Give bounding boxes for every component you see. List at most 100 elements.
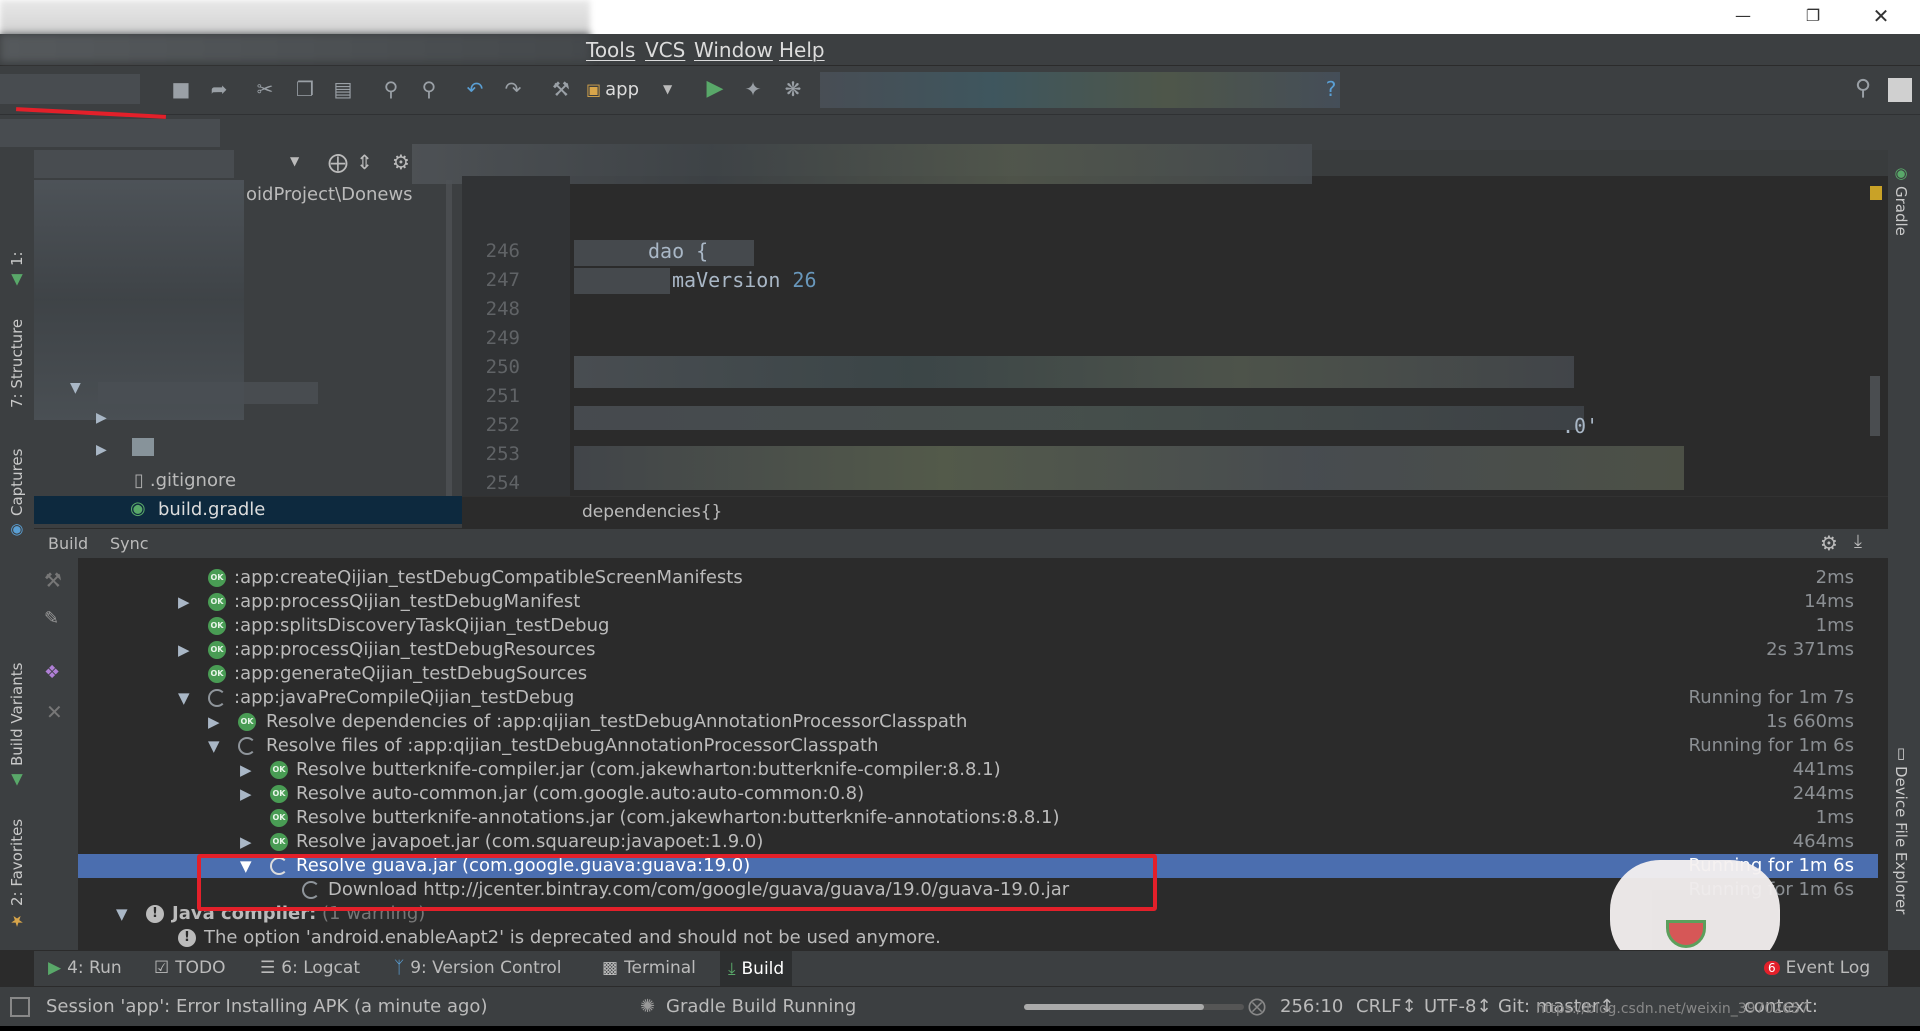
build-tab[interactable]: ⤓ Build [720,951,793,987]
event-log-label: Event Log [1785,958,1871,978]
file-gitignore[interactable]: ▯ .gitignore [134,470,236,491]
collapse-icon[interactable]: ⇕ [356,150,373,174]
collapse-arrow[interactable]: ▼ [208,734,224,758]
line-separator[interactable]: CRLF↕ [1356,996,1417,1017]
row-time: 464ms [1792,831,1854,852]
folder-icon[interactable]: ■ [168,76,194,102]
gear-icon[interactable]: ⚙ [1820,531,1838,555]
vcs-tab[interactable]: ᛉ 9: Version Control [394,958,562,978]
minimize-icon[interactable]: — [1720,4,1766,28]
run-tab[interactable]: ▶ 4: Run [48,958,122,978]
favorites-tool-tab[interactable]: ★ 2: Favorites [2,810,32,930]
structure-tool-tab[interactable]: 7: Structure [2,298,32,408]
collapse-arrow[interactable]: ▼ [116,902,132,926]
status-message[interactable]: Session 'app': Error Installing APK (a m… [46,996,487,1017]
build-row[interactable]: ▼ Resolve files of :app:qijian_testDebugA… [78,734,1878,758]
build-row[interactable]: ! The option 'android.enableAapt2' is dep… [78,926,1878,950]
apply-changes-icon[interactable]: ✦ [740,76,766,102]
build-row[interactable]: ▼:app:javaPreCompileQijian_testDebug Runn… [78,686,1878,710]
event-log-tab[interactable]: 6 Event Log [1764,958,1870,978]
copy-icon[interactable]: ❐ [292,76,318,102]
breadcrumb-text[interactable]: dependencies{} [582,502,722,522]
cancel-icon[interactable]: ⨂ [1248,996,1266,1017]
hide-panel-icon[interactable]: ⤓ [1854,531,1862,552]
avatar[interactable] [1888,78,1912,102]
build-row[interactable]: ▶ OK Resolve butterknife-compiler.jar (com… [78,758,1878,782]
device-explorer-tool-tab[interactable]: ▯ Device File Explorer [1892,744,1910,914]
caret-position[interactable]: 256:10 [1280,996,1343,1017]
ok-icon: OK [208,617,226,635]
debug-icon[interactable]: ❋ [780,76,806,102]
close-icon[interactable]: ✕ [46,700,63,724]
expand-arrow[interactable]: ▶ [178,590,194,614]
build-row[interactable]: OK:app:createQijian_testDebugCompatibleS… [78,566,1878,590]
editor-scrollbar[interactable] [1870,376,1880,436]
back-icon[interactable]: ↶ [462,76,488,102]
gradle-tool-tab[interactable]: ◉ Gradle [1892,164,1910,236]
annotation-red-box [197,854,1157,911]
build-variants-tool-tab[interactable]: ▲ Build Variants [2,650,32,790]
run-icon[interactable]: ▶ [702,76,728,102]
project-scrollbar[interactable] [446,180,452,500]
build-row[interactable]: ▶ OK Resolve javapoet.jar (com.squareup:ja… [78,830,1878,854]
expand-arrow[interactable]: ▶ [240,782,256,806]
expand-arrow[interactable]: ▶ [178,638,194,662]
run-tab-label: 4: Run [67,958,122,978]
expand-arrow[interactable]: ▼ [70,380,81,396]
pin-icon[interactable]: ❖ [44,662,60,683]
cut-icon[interactable]: ✂ [252,76,278,102]
gradle-status[interactable]: Gradle Build Running [666,996,856,1017]
build-row[interactable]: OK :app:splitsDiscoveryTaskQijian_testDeb… [78,614,1878,638]
panel-toggle-icon[interactable] [10,997,30,1017]
expand-arrow[interactable]: ▶ [240,830,256,854]
toggle-view-icon[interactable]: ✎ [44,608,59,629]
build-row[interactable]: OK:app:generateQijian_testDebugSources [78,662,1878,686]
search-icon[interactable]: ⚲ [1850,76,1876,102]
make-icon[interactable]: ⚒ [548,76,574,102]
gear-icon[interactable]: ⚙ [392,150,410,174]
file-encoding[interactable]: UTF-8↕ [1424,996,1492,1017]
menu-tools[interactable]: Tools [586,38,635,62]
replace-icon[interactable]: ⚲ [416,76,442,102]
expand-arrow[interactable]: ▶ [208,710,224,734]
terminal-tab[interactable]: ▩ Terminal [602,958,696,978]
expand-arrow[interactable]: ▶ [96,410,107,426]
row-time: 14ms [1804,591,1854,612]
file-build-gradle[interactable]: ◉ build.gradle [34,496,462,524]
forward-icon[interactable]: ↷ [500,76,526,102]
run-config-select[interactable]: ▣ app ▼ [586,76,694,102]
logcat-tab[interactable]: ☰ 6: Logcat [260,958,360,978]
warning-marker[interactable] [1870,186,1882,200]
hammer-icon[interactable]: ⚒ [44,568,62,592]
todo-tab[interactable]: ☑ TODO [154,958,226,978]
expand-arrow[interactable]: ▶ [96,442,107,458]
row-label: :app:splitsDiscoveryTaskQijian_testDebug [234,615,610,636]
chevron-down-icon[interactable]: ▼ [290,154,299,168]
menu-vcs[interactable]: VCS [645,38,685,62]
build-row[interactable]: ▶ OK Resolve dependencies of :app:qijian_t… [78,710,1878,734]
row-label: Resolve butterknife-annotations.jar (com… [296,807,1060,828]
build-row[interactable]: ▶ OK Resolve auto-common.jar (com.google.a… [78,782,1878,806]
project-tool-tab[interactable]: ▲ 1: [2,220,32,290]
menu-window[interactable]: Window [694,38,773,62]
row-label: Resolve dependencies of :app:qijian_test… [266,711,968,732]
restore-icon[interactable]: ❐ [1790,4,1836,28]
close-icon[interactable]: ✕ [1858,4,1904,28]
branch-icon: ᛉ [394,958,405,978]
code-editor[interactable]: 246 247 248 249 250 251 252 253 254 dao … [412,144,1888,528]
build-row[interactable]: ▶ OK:app:processQijian_testDebugManifest 1… [78,590,1878,614]
tab-sync[interactable]: Sync [110,534,149,553]
line-number-gutter: 246 247 248 249 250 251 252 253 254 [462,176,570,496]
build-row[interactable]: ▶ OK:app:processQijian_testDebugResources… [78,638,1878,662]
collapse-arrow[interactable]: ▼ [178,686,194,710]
expand-arrow[interactable]: ▶ [240,758,256,782]
redo-icon[interactable]: ➦ [206,76,232,102]
captures-tool-tab[interactable]: ◉ Captures [2,440,32,540]
tab-build[interactable]: Build [48,534,88,553]
paste-icon[interactable]: ▤ [330,76,356,102]
help-icon[interactable]: ? [1318,76,1344,102]
menu-help[interactable]: Help [779,38,825,62]
locate-icon[interactable]: ⨁ [328,150,348,174]
find-icon[interactable]: ⚲ [378,76,404,102]
build-row[interactable]: OK Resolve butterknife-annotations.jar (c… [78,806,1878,830]
